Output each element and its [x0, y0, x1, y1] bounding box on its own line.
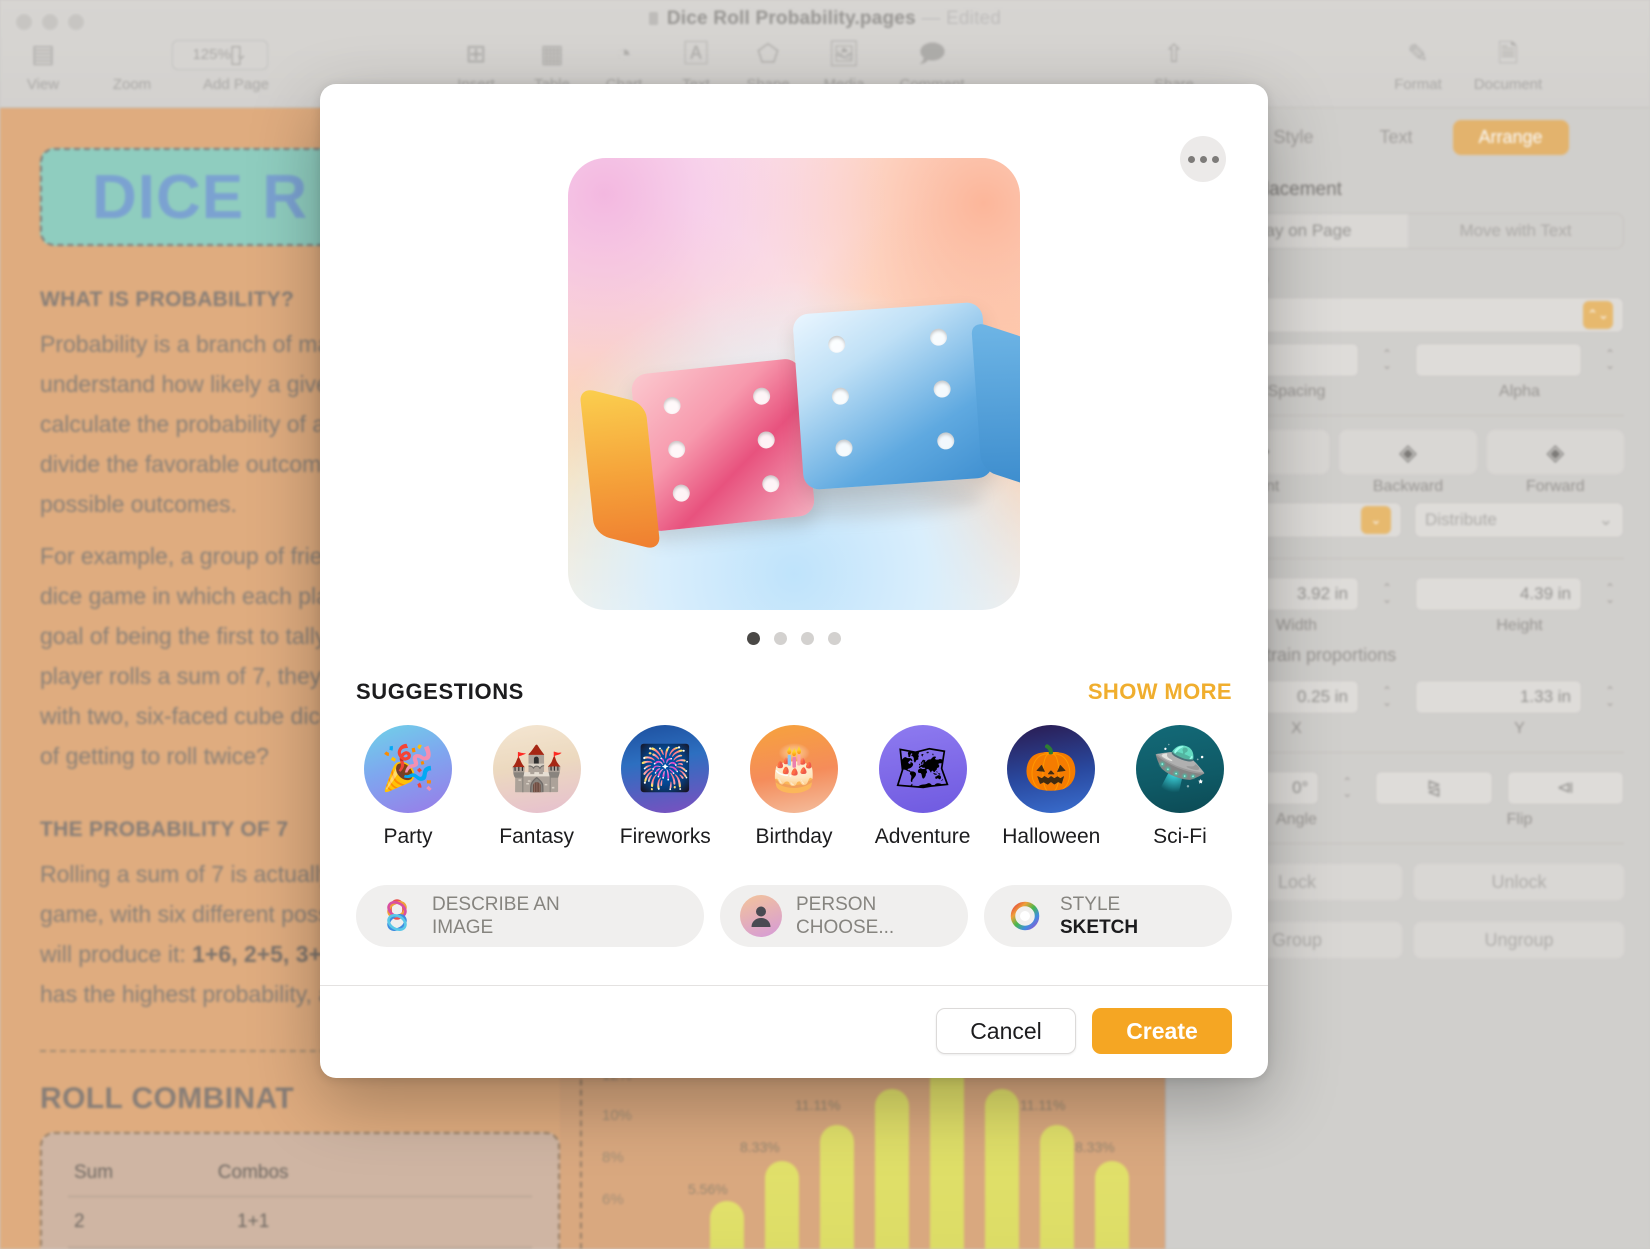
dialog-preview-area [320, 84, 1268, 645]
red-die-left-face [579, 387, 661, 551]
describe-chip-text: DESCRIBE AN IMAGE [432, 893, 560, 939]
party-icon: 🎉 [364, 725, 452, 813]
suggestions-list: 🎉 Party 🏰 Fantasy 🎆 Fireworks 🎂 Birthday… [320, 705, 1268, 849]
suggestion-fantasy[interactable]: 🏰 Fantasy [485, 725, 589, 849]
more-options-button[interactable] [1180, 136, 1226, 182]
suggestion-label: Adventure [874, 825, 971, 848]
suggestion-label: Fireworks [619, 825, 711, 848]
suggestion-label: Sci-Fi [1153, 825, 1207, 848]
fireworks-icon: 🎆 [621, 725, 710, 813]
prompt-chips: DESCRIBE AN IMAGE PERSON CHOOSE... STYLE… [320, 849, 1268, 947]
birthday-icon: 🎂 [749, 725, 838, 813]
style-chip-text: STYLE SKETCH [1060, 893, 1138, 939]
show-more-button[interactable]: SHOW MORE [1088, 679, 1232, 705]
halloween-icon: 🎃 [1007, 725, 1096, 813]
pagination-dot-3[interactable] [801, 632, 814, 645]
suggestion-scifi[interactable]: 🛸 Sci-Fi [1128, 725, 1232, 849]
create-button[interactable]: Create [1092, 1008, 1232, 1054]
blue-die-right-face [970, 320, 1020, 490]
dialog-footer: Cancel Create [320, 985, 1268, 1078]
red-die [579, 357, 816, 551]
style-chip-line2: SKETCH [1060, 917, 1139, 938]
style-chip-line1: STYLE [1060, 894, 1121, 915]
blue-die [792, 301, 1020, 491]
suggestion-fireworks[interactable]: 🎆 Fireworks [613, 725, 717, 849]
pagination-dot-2[interactable] [774, 632, 787, 645]
ellipsis-icon [1187, 155, 1195, 163]
cancel-button[interactable]: Cancel [936, 1008, 1076, 1054]
pagination-dot-4[interactable] [828, 632, 841, 645]
image-playground-dialog[interactable]: SUGGESTIONS SHOW MORE 🎉 Party 🏰 Fantasy … [320, 84, 1268, 1078]
suggestion-label: Halloween [1002, 825, 1101, 848]
suggestion-label: Party [383, 825, 433, 848]
suggestion-label: Birthday [755, 825, 833, 848]
image-playground-icon [376, 895, 418, 937]
person-chip-line1: PERSON [796, 894, 877, 915]
ellipsis-icon [1211, 155, 1219, 163]
describe-chip-line2: IMAGE [432, 917, 494, 938]
suggestions-header: SUGGESTIONS SHOW MORE [320, 645, 1268, 705]
person-chip[interactable]: PERSON CHOOSE... [720, 885, 968, 947]
suggestion-adventure[interactable]: 🗺 Adventure [871, 725, 975, 849]
suggestion-halloween[interactable]: 🎃 Halloween [999, 725, 1103, 849]
generated-image-wrap [320, 158, 1268, 610]
generated-image[interactable] [568, 158, 1020, 610]
suggestion-label: Fantasy [499, 825, 574, 848]
suggestion-party[interactable]: 🎉 Party [356, 725, 460, 849]
adventure-icon: 🗺 [878, 725, 967, 813]
style-chip[interactable]: STYLE SKETCH [984, 885, 1232, 947]
fantasy-icon: 🏰 [492, 725, 581, 813]
person-icon [740, 895, 782, 937]
suggestions-heading: SUGGESTIONS [356, 679, 524, 704]
person-chip-line2: CHOOSE... [796, 917, 895, 938]
dice-illustration [579, 216, 1020, 551]
person-chip-text: PERSON CHOOSE... [796, 893, 894, 939]
describe-chip-line1: DESCRIBE AN [432, 894, 560, 915]
style-icon [1004, 895, 1046, 937]
image-pagination-dots[interactable] [320, 632, 1268, 645]
suggestion-birthday[interactable]: 🎂 Birthday [742, 725, 846, 849]
describe-an-image-chip[interactable]: DESCRIBE AN IMAGE [356, 885, 704, 947]
scifi-icon: 🛸 [1135, 725, 1224, 813]
screen: DICE R WHAT IS PROBABILITY? Probability … [0, 0, 1650, 1249]
ellipsis-icon [1199, 155, 1207, 163]
pagination-dot-1[interactable] [747, 632, 760, 645]
